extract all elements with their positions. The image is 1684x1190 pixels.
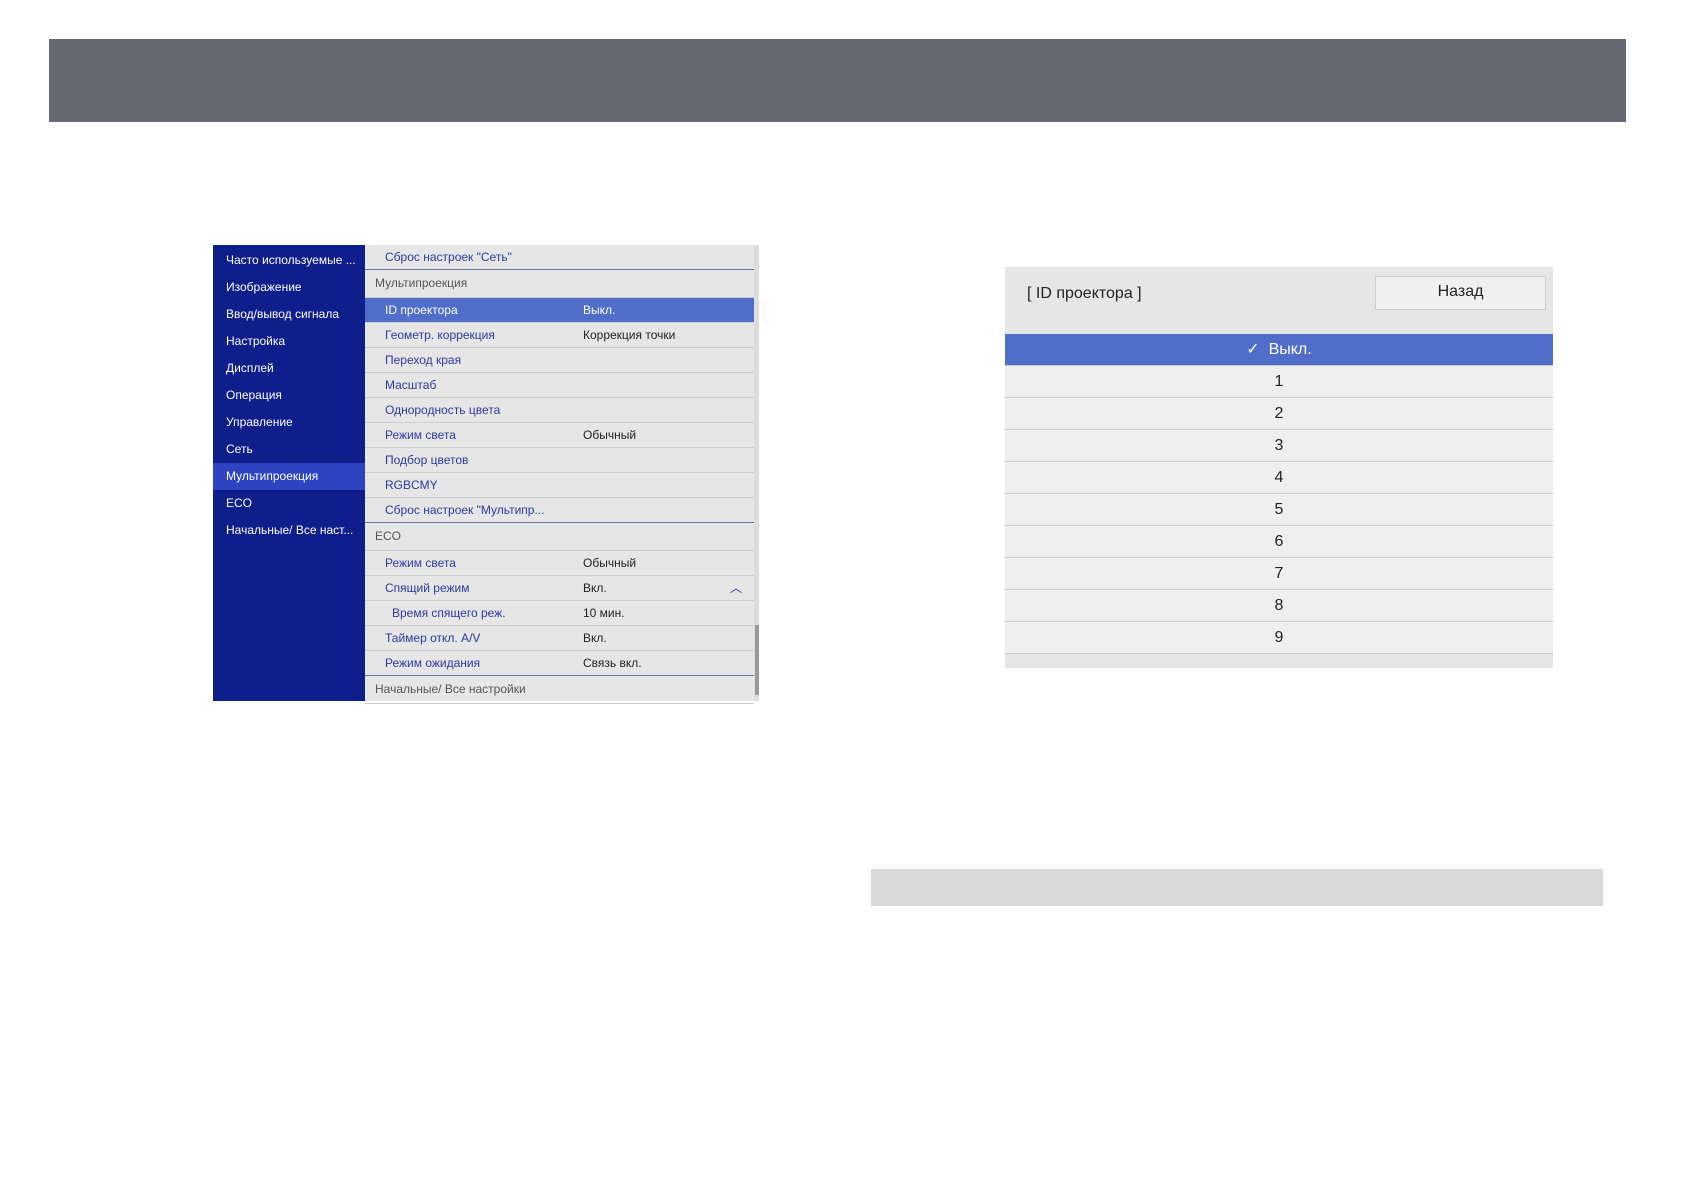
menu-item-standby[interactable]: Режим ожидания Связь вкл. [365, 651, 754, 676]
option-list: ✓ Выкл. 1 2 3 4 5 6 7 8 9 [1005, 334, 1553, 654]
sidebar-item-initial-all[interactable]: Начальные/ Все наст... [213, 517, 365, 544]
option-9[interactable]: 9 [1005, 622, 1553, 654]
option-3[interactable]: 3 [1005, 430, 1553, 462]
option-1[interactable]: 1 [1005, 366, 1553, 398]
menu-item-edge-blending[interactable]: Переход края [365, 348, 754, 373]
menu-item-projector-id[interactable]: ID проектора Выкл. [365, 298, 754, 323]
option-8[interactable]: 8 [1005, 590, 1553, 622]
section-header-initial: Начальные/ Все настройки [365, 676, 754, 704]
section-label: Начальные/ Все настройки [375, 682, 526, 696]
option-6[interactable]: 6 [1005, 526, 1553, 558]
item-label: Режим света [385, 428, 456, 442]
menu-item-sleep-mode[interactable]: Спящий режим Вкл. ︿ [365, 576, 754, 601]
menu-item-scale[interactable]: Масштаб [365, 373, 754, 398]
menu-item-color-matching[interactable]: Подбор цветов [365, 448, 754, 473]
item-value: Обычный [583, 556, 637, 570]
item-label: Режим света [385, 556, 456, 570]
sidebar-item-signal-io[interactable]: Ввод/вывод сигнала [213, 301, 365, 328]
item-label: Однородность цвета [385, 403, 501, 417]
sidebar-item-eco[interactable]: ECO [213, 490, 365, 517]
item-value: Коррекция точки [583, 328, 676, 342]
option-2[interactable]: 2 [1005, 398, 1553, 430]
item-label: Масштаб [385, 378, 437, 392]
item-label: Режим ожидания [385, 656, 481, 670]
projector-id-panel: [ ID проектора ] Назад ✓ Выкл. 1 2 3 4 5… [1005, 267, 1553, 668]
item-label: Таймер откл. A/V [385, 631, 481, 645]
menu-item-geometry[interactable]: Геометр. коррекция Коррекция точки [365, 323, 754, 348]
item-label: Переход края [385, 353, 462, 367]
sidebar-item-management[interactable]: Управление [213, 409, 365, 436]
item-label: Спящий режим [385, 581, 470, 595]
section-header-multiprojection: Мультипроекция [365, 270, 754, 298]
option-5[interactable]: 5 [1005, 494, 1553, 526]
menu-item-eco-light-mode[interactable]: Режим света Обычный [365, 551, 754, 576]
note-bar [871, 869, 1603, 906]
menu-content: Сброс настроек "Сеть" Мультипроекция ID … [365, 245, 759, 704]
item-value: Вкл. [583, 581, 607, 595]
sidebar-item-frequent[interactable]: Часто используемые ... [213, 247, 365, 274]
scrollbar[interactable] [755, 625, 759, 695]
option-4[interactable]: 4 [1005, 462, 1553, 494]
sidebar: Часто используемые ... Изображение Ввод/… [213, 245, 365, 701]
sidebar-item-image[interactable]: Изображение [213, 274, 365, 301]
menu-item-light-mode[interactable]: Режим света Обычный [365, 423, 754, 448]
item-label: Время спящего реж. [392, 606, 506, 620]
item-label: ID проектора [385, 303, 458, 317]
item-value: 10 мин. [583, 606, 625, 620]
menu-item-sleep-time[interactable]: Время спящего реж. 10 мин. [365, 601, 754, 626]
sidebar-item-setup[interactable]: Настройка [213, 328, 365, 355]
sidebar-item-operation[interactable]: Операция [213, 382, 365, 409]
item-value: Вкл. [583, 631, 607, 645]
item-label: Геометр. коррекция [385, 328, 495, 342]
item-value: Связь вкл. [583, 656, 642, 670]
sidebar-item-network[interactable]: Сеть [213, 436, 365, 463]
back-button[interactable]: Назад [1375, 276, 1546, 310]
menu-item-multiprojection-reset[interactable]: Сброс настроек "Мультипр... [365, 498, 754, 523]
header-bar [49, 39, 1626, 122]
item-label: Сброс настроек "Сеть" [385, 250, 512, 264]
section-header-eco: ECO [365, 523, 754, 551]
sidebar-item-multiprojection[interactable]: Мультипроекция [213, 463, 365, 490]
item-label: Подбор цветов [385, 453, 469, 467]
menu-item-network-reset[interactable]: Сброс настроек "Сеть" [365, 245, 754, 270]
section-label: ECO [375, 529, 402, 543]
menu-item-rgbcmy[interactable]: RGBCMY [365, 473, 754, 498]
panel-title: [ ID проектора ] [1027, 285, 1142, 302]
menu-item-av-timer[interactable]: Таймер откл. A/V Вкл. [365, 626, 754, 651]
option-off[interactable]: ✓ Выкл. [1005, 334, 1553, 366]
item-label: Сброс настроек "Мультипр... [385, 503, 545, 517]
item-label: RGBCMY [385, 478, 438, 492]
option-7[interactable]: 7 [1005, 558, 1553, 590]
section-label: Мультипроекция [375, 276, 468, 290]
menu-item-color-uniformity[interactable]: Однородность цвета [365, 398, 754, 423]
settings-menu: Часто используемые ... Изображение Ввод/… [213, 245, 759, 704]
check-icon: ✓ [1246, 341, 1260, 358]
item-value: Обычный [583, 428, 637, 442]
option-label: Выкл. [1268, 341, 1312, 358]
sidebar-item-display[interactable]: Дисплей [213, 355, 365, 382]
item-value: Выкл. [583, 303, 616, 317]
chevron-up-icon[interactable]: ︿ [730, 576, 742, 600]
